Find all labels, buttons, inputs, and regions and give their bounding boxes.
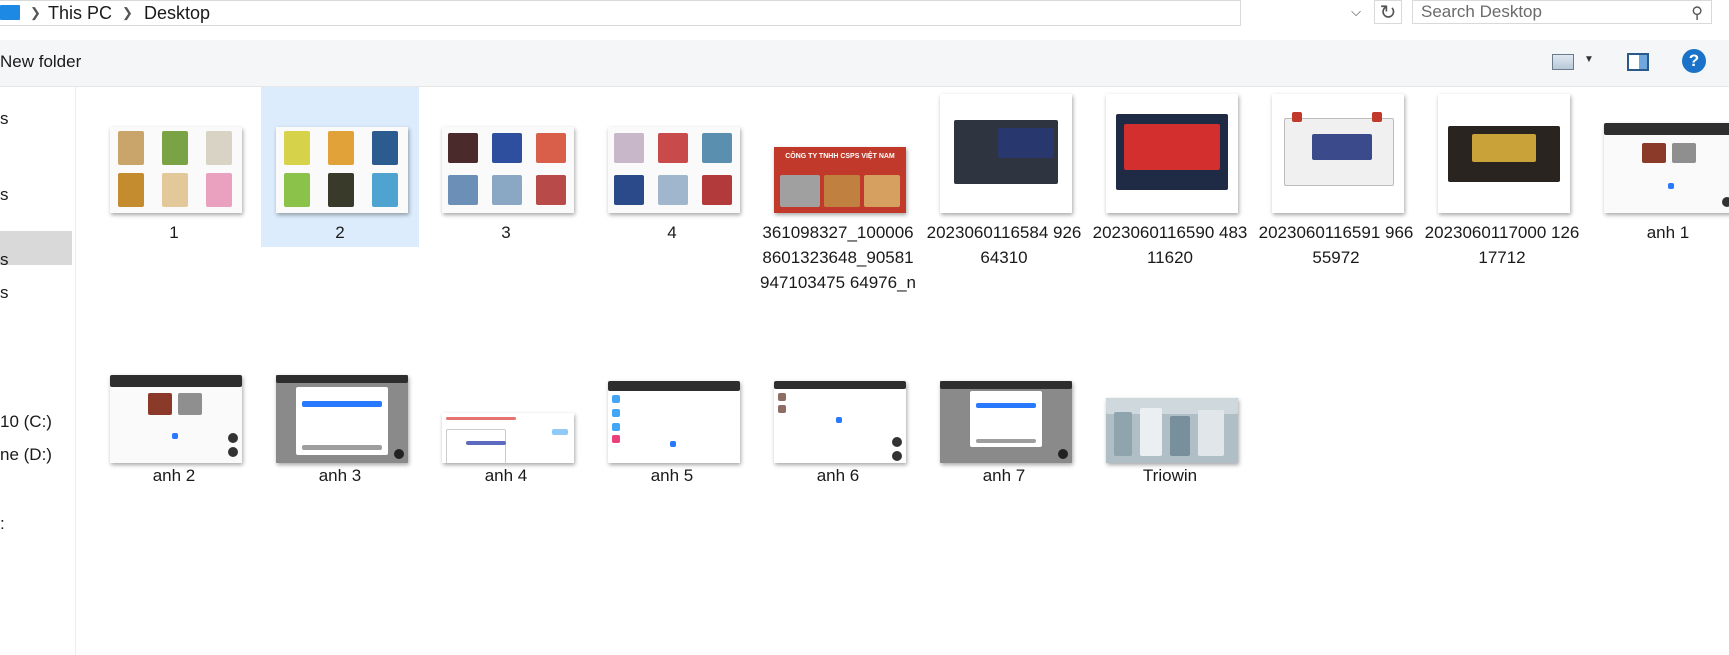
image-thumbnail xyxy=(774,381,906,463)
file-tile-9[interactable]: 2023060117000 12617712 xyxy=(1423,87,1581,267)
this-pc-icon xyxy=(0,5,20,20)
navigation-pane: s s s s 10 (C:) ne (D:) : xyxy=(0,87,76,655)
image-thumbnail xyxy=(940,381,1072,463)
view-options-icon[interactable] xyxy=(1552,54,1574,70)
refresh-icon: ↻ xyxy=(1379,2,1397,24)
image-thumbnail xyxy=(442,127,574,213)
file-name: 2023060116584 92664310 xyxy=(926,223,1082,267)
nav-item[interactable]: : xyxy=(0,514,5,534)
file-tile-4[interactable]: 4 xyxy=(593,87,751,247)
file-name: 4 xyxy=(667,223,677,242)
file-name: Triowin xyxy=(1142,466,1198,485)
file-name: 361098327_1000068601323648_9058194710347… xyxy=(760,223,916,292)
breadcrumb-this-pc[interactable]: This PC xyxy=(48,3,112,24)
file-tile-7[interactable]: 2023060116590 48311620 xyxy=(1091,87,1249,267)
file-tile-8[interactable]: 2023060116591 96655972 xyxy=(1257,87,1415,267)
search-input[interactable] xyxy=(1421,1,1671,23)
file-tile-6[interactable]: 2023060116584 92664310 xyxy=(925,87,1083,267)
file-tile-11[interactable]: anh 2 xyxy=(95,341,253,491)
file-tile-16[interactable]: anh 7 xyxy=(925,341,1083,491)
file-tile-12[interactable]: anh 3 xyxy=(261,341,419,491)
command-bar: New folder ▼ ? xyxy=(0,40,1729,87)
nav-item[interactable]: s xyxy=(0,185,9,205)
address-bar[interactable]: ❯ This PC ❯ Desktop ⌵ xyxy=(0,0,1361,26)
thumbnail-text: CÔNG TY TNHH CSPS VIỆT NAM xyxy=(785,153,895,160)
file-name: anh 6 xyxy=(816,466,860,485)
file-grid: 1 2 3 4 CÔNG TY TNHH CSPS VIỆT NAM 36109… xyxy=(76,87,1729,655)
image-thumbnail xyxy=(1438,94,1570,213)
image-thumbnail xyxy=(1106,398,1238,463)
view-dropdown-icon[interactable]: ▼ xyxy=(1584,54,1594,65)
image-thumbnail xyxy=(276,375,408,463)
search-box[interactable]: ⚲ xyxy=(1412,0,1712,24)
nav-item[interactable]: s xyxy=(0,250,9,270)
file-tile-10[interactable]: anh 1 xyxy=(1589,87,1729,247)
image-thumbnail xyxy=(110,375,242,463)
image-thumbnail: CÔNG TY TNHH CSPS VIỆT NAM xyxy=(774,147,906,213)
file-tile-5[interactable]: CÔNG TY TNHH CSPS VIỆT NAM 361098327_100… xyxy=(759,87,917,317)
nav-item-drive-c[interactable]: 10 (C:) xyxy=(0,412,52,432)
file-name: 2023060116590 48311620 xyxy=(1092,223,1248,267)
search-icon[interactable]: ⚲ xyxy=(1691,3,1703,23)
file-tile-14[interactable]: anh 5 xyxy=(593,341,751,491)
address-row: ❯ This PC ❯ Desktop ⌵ ↻ ⚲ xyxy=(0,0,1729,26)
image-thumbnail xyxy=(940,94,1072,213)
chevron-right-icon[interactable]: ❯ xyxy=(30,5,41,21)
refresh-button[interactable]: ↻ xyxy=(1374,0,1402,24)
image-thumbnail xyxy=(1604,123,1729,213)
image-thumbnail xyxy=(608,127,740,213)
preview-pane-icon[interactable] xyxy=(1627,53,1649,71)
image-thumbnail xyxy=(110,127,242,213)
file-name: 2023060116591 96655972 xyxy=(1258,223,1414,267)
file-name: anh 3 xyxy=(318,466,362,485)
chevron-right-icon[interactable]: ❯ xyxy=(122,5,133,21)
nav-item[interactable]: s xyxy=(0,109,9,129)
file-name: anh 4 xyxy=(484,466,528,485)
file-name: 2 xyxy=(335,223,345,242)
nav-item-drive-d[interactable]: ne (D:) xyxy=(0,445,52,465)
file-tile-3[interactable]: 3 xyxy=(427,87,585,247)
nav-item[interactable]: s xyxy=(0,283,9,303)
help-button[interactable]: ? xyxy=(1682,49,1706,73)
image-thumbnail xyxy=(442,413,574,463)
image-thumbnail xyxy=(1106,94,1238,213)
file-tile-2[interactable]: 2 xyxy=(261,87,419,247)
file-name: anh 1 xyxy=(1646,223,1690,242)
file-name: 3 xyxy=(501,223,511,242)
new-folder-button[interactable]: New folder xyxy=(0,52,81,72)
file-tile-17[interactable]: Triowin xyxy=(1091,341,1249,491)
image-thumbnail xyxy=(1272,94,1404,213)
file-name: anh 2 xyxy=(152,466,196,485)
nav-selected-highlight xyxy=(0,231,72,265)
image-thumbnail xyxy=(608,381,740,463)
file-name: 1 xyxy=(169,223,179,242)
file-name: anh 5 xyxy=(650,466,694,485)
breadcrumb-desktop[interactable]: Desktop xyxy=(144,3,210,24)
image-thumbnail xyxy=(276,127,408,213)
file-tile-15[interactable]: anh 6 xyxy=(759,341,917,491)
file-name: 2023060117000 12617712 xyxy=(1424,223,1580,267)
file-name: anh 7 xyxy=(982,466,1026,485)
file-tile-13[interactable]: anh 4 xyxy=(427,341,585,491)
file-tile-1[interactable]: 1 xyxy=(95,87,253,247)
chevron-down-icon[interactable]: ⌵ xyxy=(1346,4,1366,22)
